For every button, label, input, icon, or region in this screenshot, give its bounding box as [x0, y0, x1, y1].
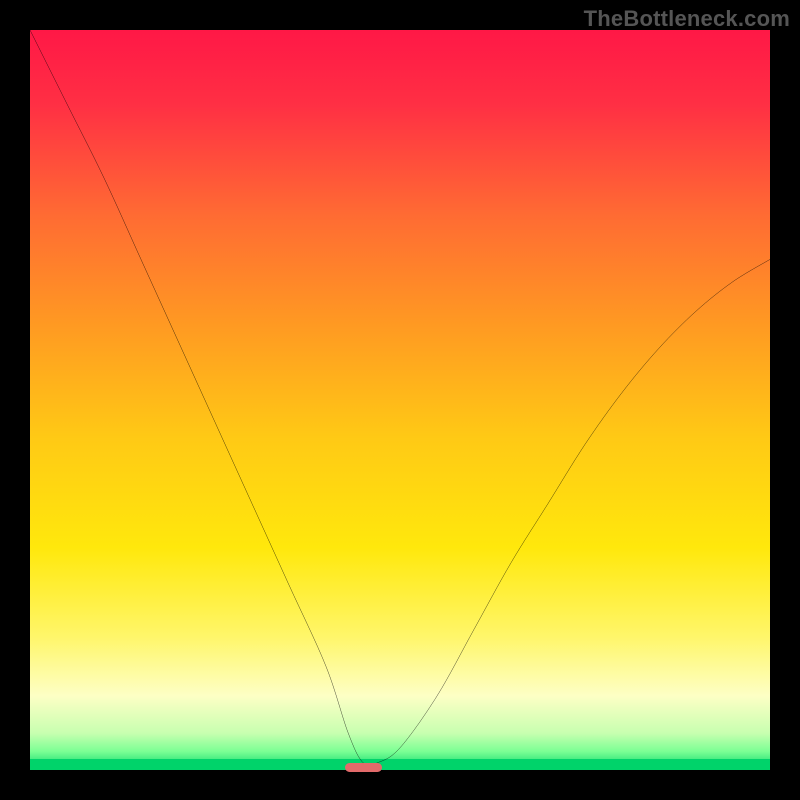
green-baseline-band	[30, 759, 770, 770]
watermark-text: TheBottleneck.com	[584, 6, 790, 32]
plot-area	[30, 30, 770, 770]
chart-frame: TheBottleneck.com	[0, 0, 800, 800]
gradient-background	[30, 30, 770, 770]
optimum-marker	[345, 763, 382, 772]
